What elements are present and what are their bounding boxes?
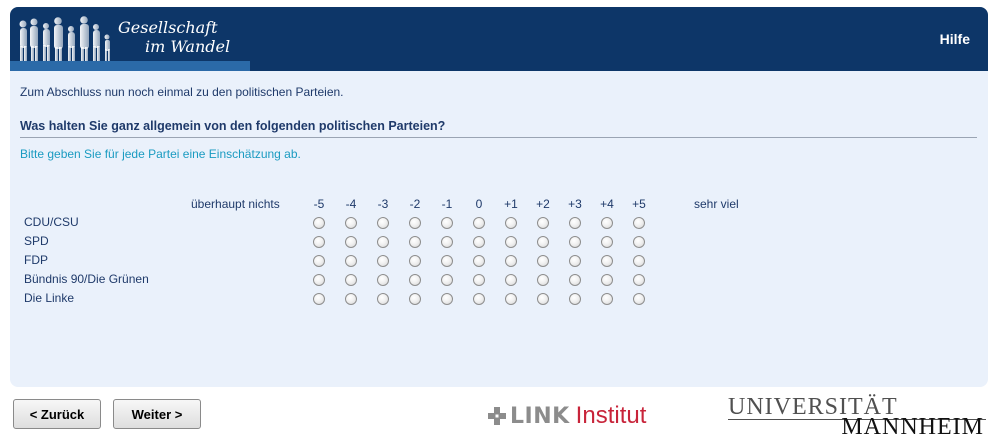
rating-radio[interactable]: [345, 217, 357, 229]
scale-value-label: 0: [475, 197, 483, 211]
rating-radio[interactable]: [601, 293, 613, 305]
scale-value-label: +4: [600, 197, 614, 211]
link-cross-icon: [488, 407, 506, 425]
divider: [20, 137, 977, 138]
help-link[interactable]: Hilfe: [940, 31, 970, 47]
rating-radio[interactable]: [441, 293, 453, 305]
uni-bottom-word: MANNHEIM: [841, 414, 984, 437]
rating-radio[interactable]: [633, 236, 645, 248]
rating-radio[interactable]: [569, 274, 581, 286]
rating-radio[interactable]: [633, 293, 645, 305]
scale-value-label: +3: [568, 197, 582, 211]
rating-radio[interactable]: [313, 274, 325, 286]
rating-radio[interactable]: [537, 274, 549, 286]
rating-radio[interactable]: [601, 274, 613, 286]
rating-radio[interactable]: [537, 236, 549, 248]
party-label: Bündnis 90/Die Grünen: [24, 272, 149, 286]
rating-radio[interactable]: [377, 255, 389, 267]
logo-line-2: im Wandel: [145, 37, 231, 56]
scale-value-label: +2: [536, 197, 550, 211]
rating-radio[interactable]: [441, 274, 453, 286]
university-mannheim-logo: UNIVERSITÄT MANNHEIM: [728, 394, 986, 437]
scale-value-label: -2: [409, 197, 421, 211]
question-title: Was halten Sie ganz allgemein von den fo…: [20, 119, 446, 133]
rating-radio[interactable]: [441, 236, 453, 248]
rating-radio[interactable]: [601, 217, 613, 229]
rating-radio[interactable]: [409, 236, 421, 248]
scale-value-label: -5: [313, 197, 325, 211]
rating-radio[interactable]: [601, 236, 613, 248]
rating-radio[interactable]: [505, 293, 517, 305]
back-button[interactable]: < Zurück: [13, 399, 101, 429]
rating-radio[interactable]: [473, 255, 485, 267]
scale-low-label: überhaupt nichts: [191, 197, 280, 211]
rating-radio[interactable]: [377, 236, 389, 248]
rating-radio[interactable]: [377, 274, 389, 286]
scale-high-label: sehr viel: [694, 197, 739, 211]
rating-radio[interactable]: [313, 217, 325, 229]
scale-value-label: -3: [377, 197, 389, 211]
rating-radio[interactable]: [505, 217, 517, 229]
link-word: LINK: [510, 403, 570, 429]
rating-radio[interactable]: [569, 293, 581, 305]
rating-radio[interactable]: [313, 255, 325, 267]
header-bar: Gesellschaft im Wandel Hilfe: [10, 7, 988, 71]
rating-radio[interactable]: [569, 236, 581, 248]
rating-radio[interactable]: [473, 236, 485, 248]
rating-radio[interactable]: [537, 255, 549, 267]
link-institut-logo: LINK Institut: [488, 402, 646, 430]
survey-panel: Gesellschaft im Wandel Hilfe Zum Abschlu…: [10, 7, 988, 387]
rating-radio[interactable]: [633, 255, 645, 267]
logo-line-1: Gesellschaft: [118, 18, 218, 37]
scale-value-label: +5: [632, 197, 646, 211]
link-institut-word: Institut: [575, 402, 647, 429]
rating-radio[interactable]: [473, 293, 485, 305]
party-label: CDU/CSU: [24, 215, 79, 229]
scale-value-label: -4: [345, 197, 357, 211]
rating-radio[interactable]: [345, 255, 357, 267]
rating-radio[interactable]: [441, 255, 453, 267]
rating-radio[interactable]: [473, 274, 485, 286]
rating-radio[interactable]: [409, 274, 421, 286]
scale-value-label: -1: [441, 197, 453, 211]
rating-radio[interactable]: [569, 217, 581, 229]
rating-radio[interactable]: [537, 217, 549, 229]
rating-radio[interactable]: [505, 236, 517, 248]
rating-radio[interactable]: [409, 255, 421, 267]
party-label: FDP: [24, 253, 48, 267]
rating-radio[interactable]: [377, 217, 389, 229]
rating-radio[interactable]: [505, 274, 517, 286]
scale-value-label: +1: [504, 197, 518, 211]
rating-radio[interactable]: [409, 217, 421, 229]
rating-radio[interactable]: [377, 293, 389, 305]
instruction-text: Bitte geben Sie für jede Partei eine Ein…: [20, 147, 301, 161]
rating-radio[interactable]: [313, 293, 325, 305]
rating-radio[interactable]: [345, 274, 357, 286]
rating-radio[interactable]: [569, 255, 581, 267]
rating-radio[interactable]: [345, 293, 357, 305]
rating-radio[interactable]: [633, 217, 645, 229]
party-label: SPD: [24, 234, 49, 248]
next-button[interactable]: Weiter >: [113, 399, 201, 429]
rating-radio[interactable]: [537, 293, 549, 305]
rating-radio[interactable]: [409, 293, 421, 305]
rating-radio[interactable]: [473, 217, 485, 229]
intro-text: Zum Abschluss nun noch einmal zu den pol…: [20, 85, 344, 99]
site-logo-text: Gesellschaft im Wandel: [118, 18, 230, 56]
rating-radio[interactable]: [601, 255, 613, 267]
rating-radio[interactable]: [345, 236, 357, 248]
party-label: Die Linke: [24, 291, 75, 305]
rating-radio[interactable]: [505, 255, 517, 267]
rating-radio[interactable]: [633, 274, 645, 286]
rating-radio[interactable]: [441, 217, 453, 229]
rating-radio[interactable]: [313, 236, 325, 248]
